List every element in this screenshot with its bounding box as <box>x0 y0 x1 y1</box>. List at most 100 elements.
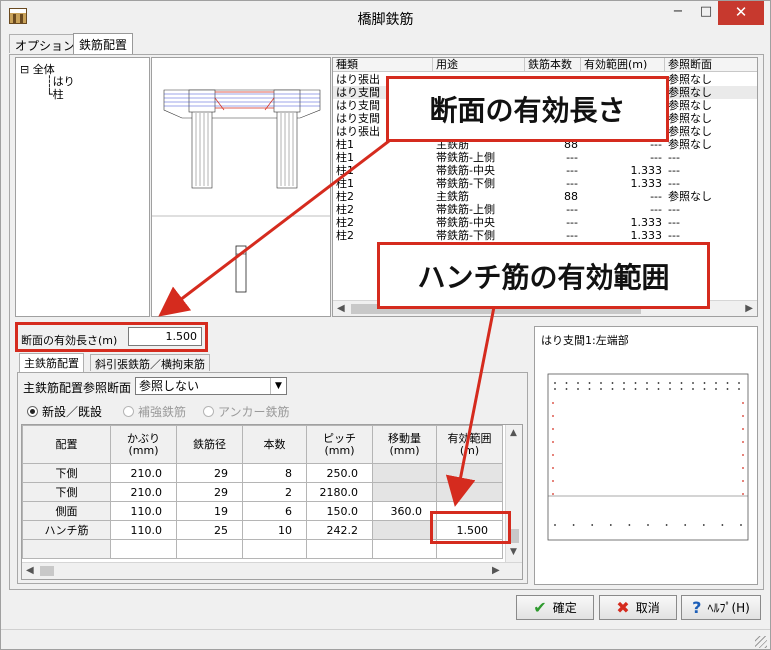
col-header-use[interactable]: 用途 <box>433 58 525 71</box>
table-cell[interactable]: 2180.0 <box>306 482 373 502</box>
tab-rebar-layout[interactable]: 鉄筋配置 <box>73 33 134 54</box>
grid-row[interactable]: 柱1 帯鉄筋-中央 --- 1.333 --- <box>333 164 757 177</box>
table-cell[interactable]: 110.0 <box>110 501 177 521</box>
radio-anchor-label: アンカー鉄筋 <box>218 405 290 419</box>
main-window: 橋脚鉄筋 − □ ✕ オプション 鉄筋配置 ⊟ 全体 ┆はり └柱 種類 用途 … <box>0 0 771 650</box>
rebar-dot <box>742 454 744 456</box>
rebar-dot <box>565 382 568 384</box>
tree-node-column[interactable]: └柱 <box>46 86 64 102</box>
col-header-ref[interactable]: 参照断面 <box>665 58 757 71</box>
rebar-dot <box>742 441 744 443</box>
rebar-dot <box>742 493 744 495</box>
table-cell[interactable] <box>372 463 437 483</box>
table-cell[interactable] <box>242 539 307 559</box>
ok-button[interactable]: ✔ 確定 <box>516 595 594 620</box>
table-row[interactable]: 下側 210.0 29 2 2180.0 <box>22 482 503 502</box>
table-cell[interactable]: 6 <box>242 501 307 521</box>
table-row[interactable]: 下側 210.0 29 8 250.0 <box>22 463 503 483</box>
table-cell[interactable]: 210.0 <box>110 463 177 483</box>
table-col-header-text: 配置 <box>55 437 78 451</box>
table-cell[interactable]: 25 <box>176 520 243 540</box>
ref-section-label: 主鉄筋配置参照断面 <box>23 381 132 395</box>
close-button[interactable]: ✕ <box>718 1 764 25</box>
table-cell[interactable]: 29 <box>176 482 243 502</box>
table-cell[interactable]: 110.0 <box>110 520 177 540</box>
grid-cell: 主鉄筋 <box>436 190 469 203</box>
tab-diagonal-rebar[interactable]: 斜引張鉄筋／横拘束筋 <box>90 354 210 371</box>
rebar-dot <box>657 382 660 384</box>
grid-cell: 参照なし <box>668 73 712 86</box>
table-cell[interactable] <box>306 539 373 559</box>
grid-cell: 帯鉄筋-上側 <box>436 203 495 216</box>
grid-row[interactable]: 柱2 帯鉄筋-中央 --- 1.333 --- <box>333 216 757 229</box>
rebar-dot <box>715 388 717 390</box>
minimize-button[interactable]: − <box>664 1 692 25</box>
ok-button-label: 確定 <box>552 601 577 615</box>
grid-cell: --- <box>650 151 662 164</box>
grid-cell: 帯鉄筋-下側 <box>436 229 495 242</box>
ref-section-select[interactable]: 参照しない ▼ <box>135 377 287 395</box>
rebar-dot <box>692 388 694 390</box>
rebar-dot <box>742 415 744 417</box>
table-cell[interactable]: 360.0 <box>372 501 437 521</box>
grid-row[interactable]: 柱2 帯鉄筋-上側 --- --- --- <box>333 203 757 216</box>
table-cell[interactable]: 2 <box>242 482 307 502</box>
col-header-type[interactable]: 種類 <box>333 58 433 71</box>
tab-options[interactable]: オプション <box>9 34 82 53</box>
radio-new-existing[interactable]: 新設／既設 <box>27 403 102 420</box>
col-header-count[interactable]: 鉄筋本数 <box>525 58 581 71</box>
table-cell[interactable]: 19 <box>176 501 243 521</box>
rebar-dot <box>703 382 706 384</box>
table-cell[interactable] <box>110 539 177 559</box>
table-cell[interactable] <box>436 463 503 483</box>
rebar-dot <box>646 388 648 390</box>
help-button[interactable]: ? ﾍﾙﾌﾟ(H) <box>681 595 761 620</box>
status-bar <box>1 629 770 649</box>
radio-dot-checked <box>27 406 38 417</box>
table-cell[interactable]: 10 <box>242 520 307 540</box>
resize-grip-icon[interactable] <box>755 636 767 648</box>
table-cell[interactable]: 242.2 <box>306 520 373 540</box>
rebar-dot <box>623 388 625 390</box>
tree-view[interactable]: ⊟ 全体 ┆はり └柱 <box>15 57 150 317</box>
table-col-header-text: (m) <box>459 443 480 457</box>
table-col-header-text: 鉄筋径 <box>193 437 226 451</box>
maximize-button[interactable]: □ <box>693 1 719 25</box>
table-cell[interactable] <box>22 539 111 559</box>
table-cell[interactable] <box>176 539 243 559</box>
grid-row[interactable]: 柱1 帯鉄筋-下側 --- 1.333 --- <box>333 177 757 190</box>
table-cell[interactable]: 210.0 <box>110 482 177 502</box>
grid-row[interactable]: 柱1 帯鉄筋-上側 --- --- --- <box>333 151 757 164</box>
rebar-dot <box>552 480 554 482</box>
grid-cell: 参照なし <box>668 138 712 151</box>
rebar-dot <box>628 524 631 526</box>
rebar-dot <box>646 382 648 384</box>
table-cell[interactable] <box>372 539 437 559</box>
callout-haunch-range: ハンチ筋の有効範囲 <box>377 242 710 309</box>
table-cell[interactable] <box>372 482 437 502</box>
grid-row[interactable]: 柱2 主鉄筋 88 --- 参照なし <box>333 190 757 203</box>
grid-row[interactable]: 柱2 帯鉄筋-下側 --- 1.333 --- <box>333 229 757 242</box>
bearing-left <box>188 89 216 113</box>
table-col-header: 配置 <box>22 425 111 464</box>
table-cell[interactable]: 29 <box>176 463 243 483</box>
col-header-range[interactable]: 有効範囲(m) <box>581 58 665 71</box>
table-col-header: 有効範囲 (m) <box>436 425 503 464</box>
main-rebar-table-frame[interactable]: 配置 かぶり (mm) 鉄筋径 本数 ピッチ (mm) 移動量 (mm) 有効範囲 (m) 下側 21… <box>21 424 523 580</box>
table-cell[interactable] <box>436 482 503 502</box>
rebar-dot <box>738 382 740 384</box>
table-hscrollbar[interactable]: ◀ ▶ <box>22 562 522 579</box>
table-cell[interactable]: 250.0 <box>306 463 373 483</box>
grid-cell: --- <box>668 203 680 216</box>
cancel-button[interactable]: ✖ 取消 <box>599 595 677 620</box>
rebar-dot <box>611 382 614 384</box>
rebar-dot <box>742 402 744 404</box>
table-cell[interactable]: 8 <box>242 463 307 483</box>
table-cell[interactable]: 150.0 <box>306 501 373 521</box>
table-col-header-text: かぶり <box>127 431 160 445</box>
column-left-outline <box>191 109 213 189</box>
table-col-header-text: ピッチ <box>323 431 356 445</box>
rebar-dot <box>552 415 554 417</box>
tab-main-rebar[interactable]: 主鉄筋配置 <box>19 353 84 372</box>
table-cell[interactable] <box>372 520 437 540</box>
